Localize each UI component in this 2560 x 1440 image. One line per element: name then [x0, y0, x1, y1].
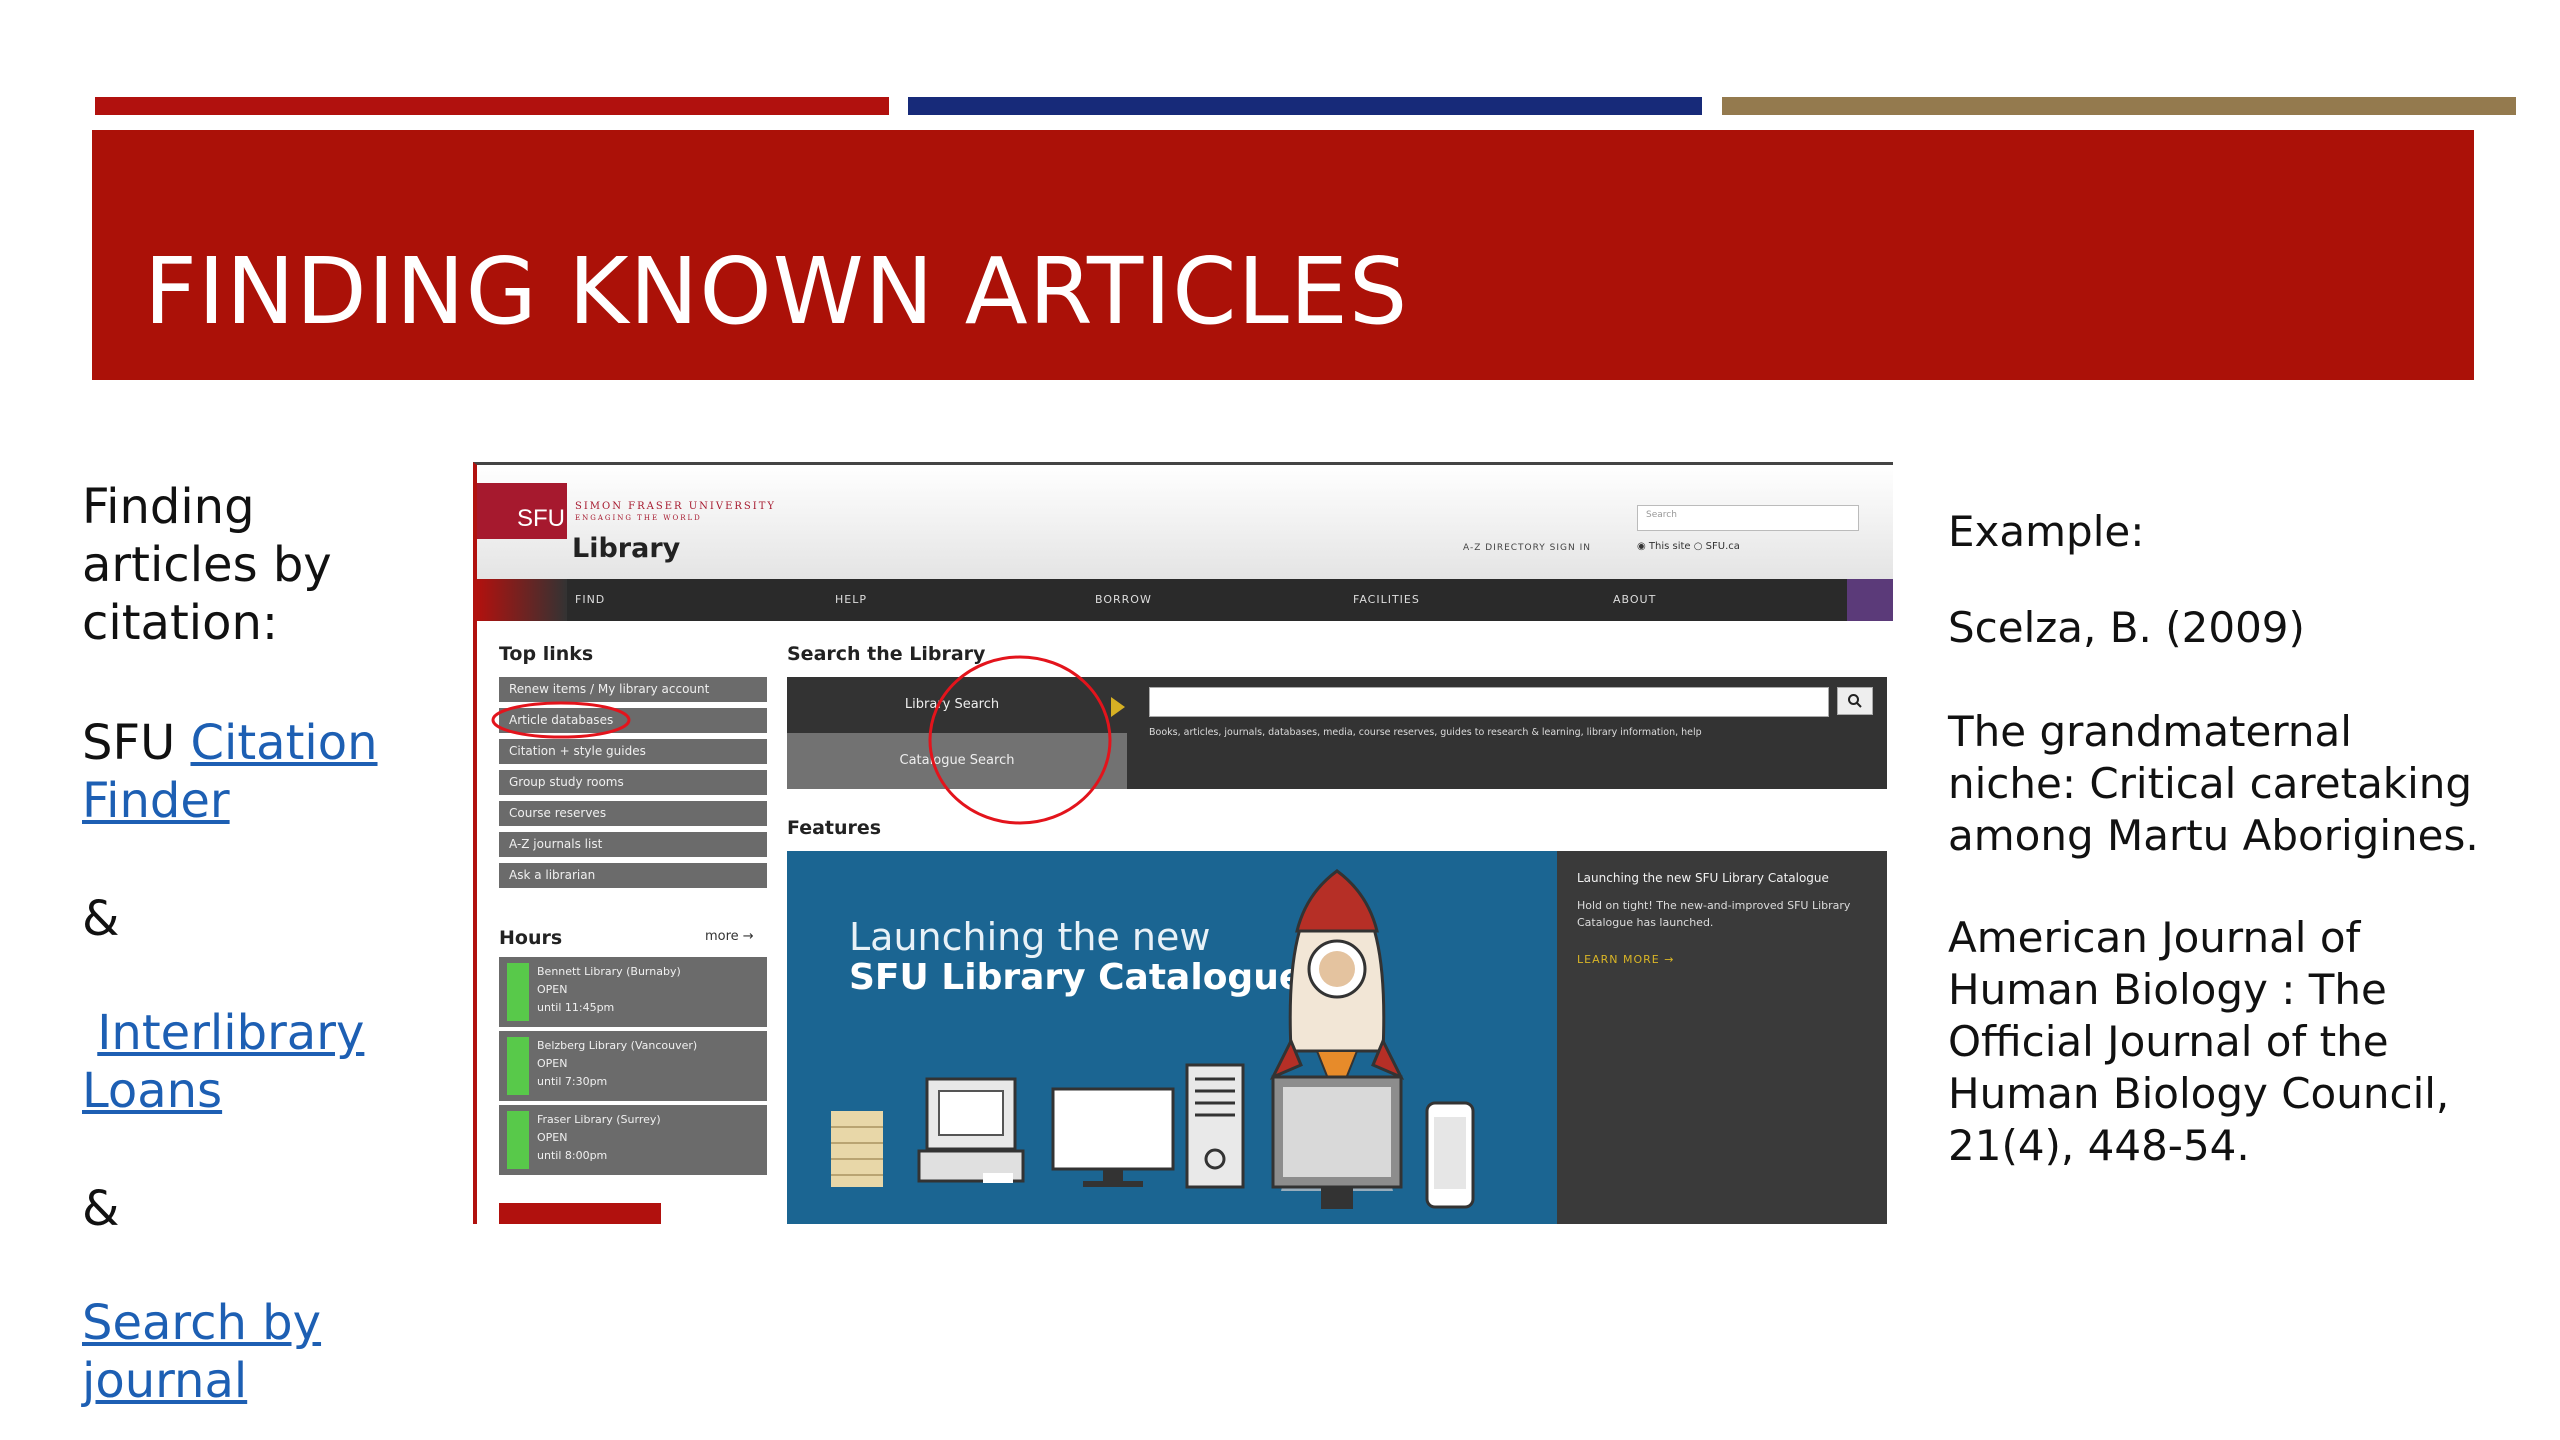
active-tab-arrow-icon — [1111, 697, 1125, 717]
search-by-journal-link[interactable]: Search by — [82, 1295, 321, 1351]
library-name: Belzberg Library (Vancouver) — [537, 1039, 698, 1052]
library-search-input[interactable] — [1149, 687, 1829, 717]
closing-time: until 11:45pm — [537, 1001, 615, 1014]
feature-news-panel: Launching the new SFU Library Catalogue … — [1557, 851, 1887, 1224]
nav-borrow[interactable]: BORROW — [1095, 593, 1152, 606]
library-name: Bennett Library (Burnaby) — [537, 965, 681, 978]
open-status: OPEN — [537, 1131, 568, 1144]
hours-more-link[interactable]: more → — [705, 929, 754, 944]
example-label: Example: — [1948, 507, 2145, 556]
interlibrary-loans-link[interactable]: Loans — [82, 1063, 222, 1119]
tab-catalogue-search[interactable]: Catalogue Search — [787, 733, 1127, 789]
search-heading: Search the Library — [787, 643, 986, 665]
citation-journal: American Journal of Human Biology : The … — [1948, 912, 2538, 1172]
top-link-item[interactable]: Group study rooms — [499, 770, 767, 795]
open-status: OPEN — [537, 983, 568, 996]
text-line: among Martu Aborigines. — [1948, 811, 2479, 860]
library-name: Fraser Library (Surrey) — [537, 1113, 661, 1126]
open-indicator — [507, 963, 529, 1021]
text-line: 21(4), 448-54. — [1948, 1121, 2250, 1170]
search-scope-radios[interactable]: ◉ This site ○ SFU.ca — [1637, 541, 1740, 552]
top-link-item[interactable]: Renew items / My library account — [499, 677, 767, 702]
hours-item[interactable]: Fraser Library (Surrey) OPEN until 8:00p… — [499, 1105, 767, 1175]
interlibrary-loans-link[interactable]: Interlibrary — [97, 1005, 364, 1061]
text-line: niche: Critical caretaking — [1948, 759, 2473, 808]
hours-item[interactable]: Belzberg Library (Vancouver) OPEN until … — [499, 1031, 767, 1101]
search-journal-block: Search by journal — [82, 1294, 321, 1410]
text-line: Human Biology : The — [1948, 965, 2387, 1014]
nav-accent — [477, 579, 567, 621]
news-title[interactable]: Launching the new SFU Library Catalogue — [1577, 871, 1877, 885]
university-text: SIMON FRASER UNIVERSITY — [575, 501, 776, 512]
feature-banner[interactable]: Launching the new SFU Library Catalogue — [787, 851, 1557, 1224]
university-name: SIMON FRASER UNIVERSITY ENGAGING THE WOR… — [575, 501, 776, 523]
top-links-heading: Top links — [499, 643, 594, 665]
top-link-article-databases[interactable]: Article databases — [499, 708, 767, 733]
accent-bar-navy — [908, 97, 1702, 115]
slide-title: FINDING KNOWN ARTICLES — [144, 238, 1409, 345]
learn-more-link[interactable]: LEARN MORE → — [1577, 953, 1674, 966]
accent-bar-tan — [1722, 97, 2516, 115]
text-line: The grandmaternal — [1948, 707, 2352, 756]
library-heading: Library — [572, 533, 681, 564]
library-website-screenshot: SFU SIMON FRASER UNIVERSITY ENGAGING THE… — [473, 462, 1893, 1224]
computers-rocket-illustration — [831, 869, 1475, 1209]
accent-bar-red — [95, 97, 889, 115]
tagline-text: ENGAGING THE WORLD — [575, 514, 702, 522]
features-heading: Features — [787, 817, 882, 839]
intro-line: citation: — [82, 595, 279, 651]
sfu-logo[interactable]: SFU — [477, 483, 567, 539]
citation-finder-block: SFU Citation Finder — [82, 714, 378, 830]
top-link-item[interactable]: Citation + style guides — [499, 739, 767, 764]
nav-facilities[interactable]: FACILITIES — [1353, 593, 1420, 606]
citation-author: Scelza, B. (2009) — [1948, 603, 2305, 652]
title-band: FINDING KNOWN ARTICLES — [92, 130, 2474, 380]
ampersand: & — [82, 891, 120, 947]
citation-finder-link[interactable]: Citation — [190, 715, 377, 771]
top-link-item[interactable]: Ask a librarian — [499, 863, 767, 888]
hours-heading: Hours — [499, 927, 563, 949]
ampersand: & — [82, 1181, 120, 1237]
magnifier-icon — [1848, 694, 1862, 708]
tab-library-search[interactable]: Library Search — [787, 677, 1117, 733]
nav-accent — [1847, 579, 1893, 621]
sfu-label: SFU — [82, 715, 176, 771]
utility-links[interactable]: A-Z DIRECTORY SIGN IN — [1463, 543, 1591, 553]
intro-line: Finding — [82, 479, 255, 535]
citation-article-title: The grandmaternal niche: Critical careta… — [1948, 706, 2538, 862]
closing-time: until 7:30pm — [537, 1075, 608, 1088]
text-line: Human Biology Council, — [1948, 1069, 2450, 1118]
top-link-item[interactable]: A-Z journals list — [499, 832, 767, 857]
main-nav: FIND HELP BORROW FACILITIES ABOUT — [477, 579, 1893, 621]
search-by-journal-link[interactable]: journal — [82, 1353, 247, 1409]
search-hint: Books, articles, journals, databases, me… — [1149, 727, 1702, 738]
interlibrary-block: Interlibrary Loans — [82, 1004, 364, 1120]
nav-find[interactable]: FIND — [575, 593, 605, 606]
open-indicator — [507, 1111, 529, 1169]
open-status: OPEN — [537, 1057, 568, 1070]
nav-help[interactable]: HELP — [835, 593, 867, 606]
open-indicator — [507, 1037, 529, 1095]
closing-time: until 8:00pm — [537, 1149, 608, 1162]
citation-finder-link[interactable]: Finder — [82, 773, 230, 829]
nav-about[interactable]: ABOUT — [1613, 593, 1656, 606]
site-search-input[interactable]: Search — [1637, 505, 1859, 531]
hours-item[interactable]: Bennett Library (Burnaby) OPEN until 11:… — [499, 957, 767, 1027]
search-button[interactable] — [1837, 687, 1873, 715]
top-links-list: Renew items / My library account Article… — [499, 677, 767, 894]
text-line: Official Journal of the — [1948, 1017, 2389, 1066]
top-link-item[interactable]: Course reserves — [499, 801, 767, 826]
text-line: American Journal of — [1948, 913, 2361, 962]
red-button[interactable] — [499, 1203, 661, 1224]
intro-text: Finding articles by citation: — [82, 478, 332, 652]
news-body: Hold on tight! The new-and-improved SFU … — [1577, 899, 1851, 929]
intro-line: articles by — [82, 537, 332, 593]
